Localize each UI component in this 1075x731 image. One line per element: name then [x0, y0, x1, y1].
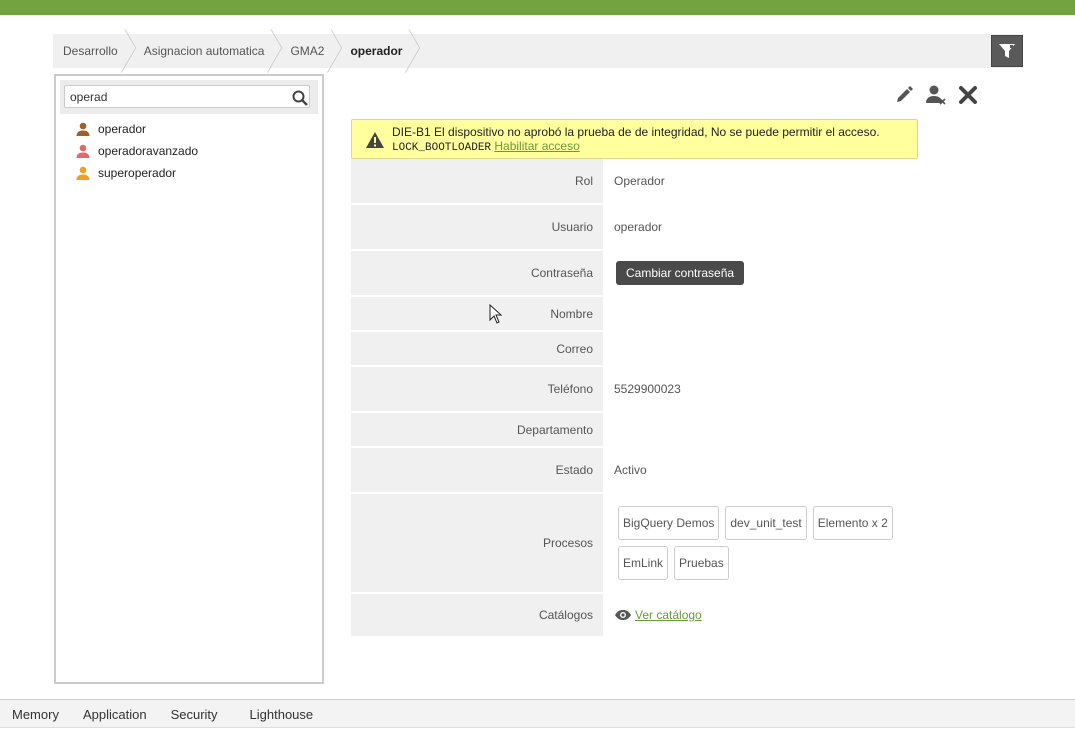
- row-contrasena: Contraseña Cambiar contraseña: [351, 251, 931, 297]
- label-contrasena: Contraseña: [351, 251, 603, 295]
- user-icon: [76, 144, 90, 158]
- devtools-tabbar: Memory Application Security Lighthouse: [0, 699, 1075, 731]
- value-usuario: operador: [614, 220, 663, 234]
- process-chip[interactable]: Elemento x 2: [812, 506, 893, 540]
- tree-item-user[interactable]: operadoravanzado: [76, 140, 198, 162]
- record-actions: [893, 84, 979, 106]
- filter-icon: [999, 44, 1015, 58]
- breadcrumb: Desarrollo Asignacion automatica GMA2 op…: [53, 34, 1023, 68]
- tree-item-label: superoperador: [98, 166, 177, 180]
- devtools-tab[interactable]: Memory: [0, 700, 71, 728]
- change-password-button[interactable]: Cambiar contraseña: [616, 261, 745, 285]
- value-estado: Activo: [614, 463, 647, 477]
- label-nombre: Nombre: [351, 297, 603, 330]
- row-telefono: Teléfono 5529900023: [351, 367, 931, 413]
- top-accent-bar: [0, 0, 1075, 15]
- remove-user-button[interactable]: [925, 84, 947, 106]
- tree-item-label: operadoravanzado: [98, 144, 199, 158]
- enable-access-link[interactable]: Habilitar acceso: [494, 139, 579, 153]
- user-remove-icon: [926, 85, 946, 105]
- breadcrumb-item-desarrollo[interactable]: Desarrollo: [53, 34, 130, 68]
- view-catalog-link[interactable]: Ver catálogo: [635, 608, 702, 622]
- label-telefono: Teléfono: [351, 367, 603, 411]
- label-departamento: Departamento: [351, 413, 603, 446]
- value-departamento: [603, 413, 931, 446]
- search-icon[interactable]: [292, 90, 308, 106]
- eye-icon: [614, 609, 632, 621]
- row-estado: Estado Activo: [351, 448, 931, 494]
- user-tree: operador operadoravanzado superoperador: [76, 118, 198, 184]
- mouse-cursor-icon: [489, 304, 503, 324]
- row-nombre: Nombre: [351, 297, 931, 332]
- row-procesos: Procesos BigQuery Demos dev_unit_test Elem…: [351, 494, 931, 594]
- value-nombre: [603, 297, 931, 330]
- label-procesos: Procesos: [351, 494, 603, 592]
- user-list-panel: operador operadoravanzado superoperador: [54, 74, 324, 684]
- integrity-warning: DIE-B1 El dispositivo no aprobó la prueb…: [351, 119, 918, 159]
- tree-item-user[interactable]: superoperador: [76, 162, 198, 184]
- process-chip[interactable]: BigQuery Demos: [618, 506, 720, 540]
- devtools-tab[interactable]: Application: [71, 700, 159, 728]
- warning-code: LOCK_BOOTLOADER: [392, 142, 492, 154]
- search-input[interactable]: [64, 85, 310, 108]
- label-rol: Rol: [351, 159, 603, 203]
- devtools-tab[interactable]: Security: [159, 700, 230, 728]
- label-catalogos: Catálogos: [351, 594, 603, 636]
- process-chip[interactable]: Pruebas: [674, 546, 729, 580]
- user-icon: [76, 122, 90, 136]
- process-chip[interactable]: EmLink: [618, 546, 669, 580]
- filter-button[interactable]: [991, 35, 1023, 67]
- value-telefono: 5529900023: [614, 382, 681, 396]
- delete-button[interactable]: [957, 84, 979, 106]
- search-bar: [60, 80, 318, 114]
- row-departamento: Departamento: [351, 413, 931, 448]
- breadcrumb-item-asignacion[interactable]: Asignacion automatica: [130, 34, 277, 68]
- warning-icon: [365, 131, 385, 152]
- breadcrumb-item-gma2[interactable]: GMA2: [276, 34, 336, 68]
- label-estado: Estado: [351, 448, 603, 492]
- label-usuario: Usuario: [351, 205, 603, 249]
- edit-button[interactable]: [893, 84, 915, 106]
- close-icon: [959, 86, 977, 104]
- pencil-icon: [897, 86, 913, 102]
- row-catalogos: Catálogos Ver catálogo: [351, 594, 931, 638]
- process-chip[interactable]: dev_unit_test: [725, 506, 807, 540]
- warning-message: DIE-B1 El dispositivo no aprobó la prueb…: [392, 125, 880, 139]
- process-chips: BigQuery Demos dev_unit_test Elemento x 2 E…: [618, 494, 931, 592]
- devtools-tab[interactable]: Lighthouse: [230, 700, 326, 728]
- label-correo: Correo: [351, 332, 603, 365]
- user-icon: [76, 166, 90, 180]
- user-detail: Rol Operador Usuario operador Contraseña…: [351, 159, 931, 638]
- row-rol: Rol Operador: [351, 159, 931, 205]
- tree-item-label: operador: [98, 122, 147, 136]
- row-usuario: Usuario operador: [351, 205, 931, 251]
- row-correo: Correo: [351, 332, 931, 367]
- tree-item-user[interactable]: operador: [76, 118, 198, 140]
- value-correo: [603, 332, 931, 365]
- breadcrumb-item-current: operador: [336, 34, 414, 68]
- value-rol: Operador: [614, 174, 665, 188]
